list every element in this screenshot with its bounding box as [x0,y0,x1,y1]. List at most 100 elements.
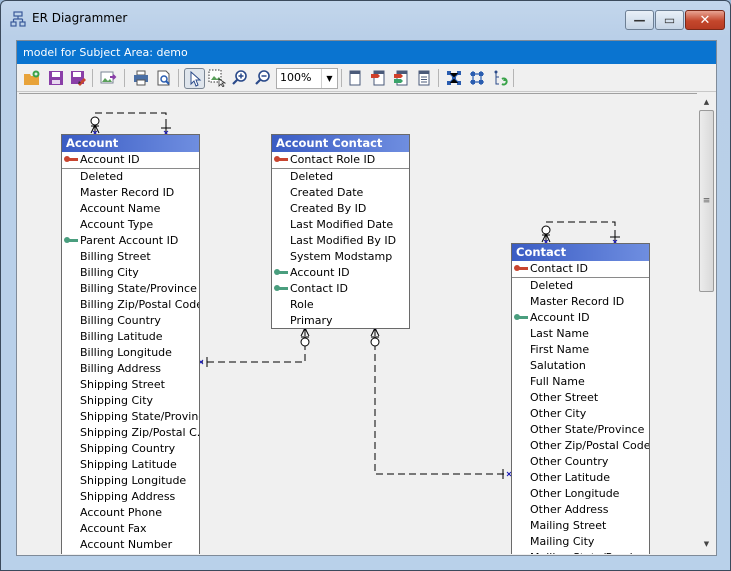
entity-field[interactable]: Mailing City [512,534,649,550]
field-label: Contact Role ID [290,153,376,166]
entity-field[interactable]: Mailing State/Province [512,550,649,554]
entity-field[interactable]: Billing State/Province [62,281,199,297]
entity-field[interactable]: Other State/Province [512,422,649,438]
layout-tree-button[interactable] [490,68,510,88]
vertical-scrollbar[interactable]: ▲ ≡ ▼ [698,93,715,553]
entity-field[interactable]: Full Name [512,374,649,390]
entity-field[interactable]: Account Fax [62,521,199,537]
window-title: ER Diagrammer [32,11,128,25]
entity-field[interactable]: Contact Role ID [272,152,409,169]
save-button[interactable] [46,68,66,88]
field-label: Mailing City [530,535,595,548]
entity-field[interactable]: Shipping Zip/Postal C... [62,425,199,441]
zoom-out-button[interactable] [253,68,273,88]
title-bar[interactable]: ER Diagrammer — ▭ ✕ [1,1,730,37]
entity-field[interactable]: Other Street [512,390,649,406]
entity-field[interactable]: Other Longitude [512,486,649,502]
scroll-up-arrow-icon[interactable]: ▲ [698,94,715,110]
zoom-in-button[interactable] [230,68,250,88]
entity-field[interactable]: Account ID [62,152,199,169]
field-label: Other Address [530,503,609,516]
field-label: Deleted [80,170,124,183]
entity-field[interactable]: Other City [512,406,649,422]
entity-fk-view-icon [394,70,408,86]
select-pointer-button[interactable] [184,68,205,89]
close-button[interactable]: ✕ [685,10,725,30]
view-all-button[interactable] [414,68,434,88]
entity-field[interactable]: Shipping City [62,393,199,409]
entity-field[interactable]: Other Country [512,454,649,470]
entity-field[interactable]: Created By ID [272,201,409,217]
entity-field[interactable]: System Modstamp [272,249,409,265]
relationship-role-to-account[interactable] [198,324,310,367]
entity-field[interactable]: Billing Zip/Postal Code [62,297,199,313]
field-label: Other Zip/Postal Code [530,439,649,452]
entity-field[interactable]: Shipping Address [62,489,199,505]
entity-field[interactable]: Deleted [272,169,409,185]
entity-field[interactable]: Other Address [512,502,649,518]
entity-field[interactable]: Account Name [62,201,199,217]
entity-field[interactable]: Account ID [512,310,649,326]
entity-field[interactable]: Contact ID [272,281,409,297]
entity-account-contact-role[interactable]: Account Contact Role Contact Role ID Dele… [271,134,410,329]
entity-field[interactable]: Last Modified Date [272,217,409,233]
entity-field[interactable]: Parent Account ID [62,233,199,249]
layout-auto-button[interactable] [444,68,464,88]
entity-field[interactable]: Last Modified By ID [272,233,409,249]
entity-field[interactable]: Role [272,297,409,313]
entity-field[interactable]: Mailing Street [512,518,649,534]
layout-grid-button[interactable] [467,68,487,88]
entity-field[interactable]: Billing Street [62,249,199,265]
entity-field[interactable]: Billing Longitude [62,345,199,361]
entity-field[interactable]: Deleted [62,169,199,185]
field-label: Shipping Longitude [80,474,187,487]
entity-field[interactable]: Billing Country [62,313,199,329]
relationship-role-to-contact[interactable] [370,324,512,479]
open-button[interactable] [22,68,42,88]
entity-field[interactable]: Shipping State/Province [62,409,199,425]
minimize-button[interactable]: — [625,10,654,30]
entity-field[interactable]: Billing Address [62,361,199,377]
entity-field[interactable]: Account ID [272,265,409,281]
view-keys-button[interactable] [368,68,388,88]
entity-field[interactable]: Account Type [62,217,199,233]
field-label: Shipping State/Province [80,410,199,423]
entity-field[interactable]: Master Record ID [62,185,199,201]
entity-field[interactable]: Other Latitude [512,470,649,486]
view-name-only-button[interactable] [345,68,365,88]
export-button[interactable] [99,68,119,88]
entity-field[interactable]: Deleted [512,278,649,294]
entity-field[interactable]: Billing City [62,265,199,281]
entity-field[interactable]: Shipping Longitude [62,473,199,489]
entity-field[interactable]: Contact ID [512,261,649,278]
entity-contact[interactable]: Contact Contact ID Deleted Master Record I… [511,243,650,554]
view-keys-fk-button[interactable] [391,68,411,88]
select-region-button[interactable] [207,68,227,88]
entity-field[interactable]: Account Phone [62,505,199,521]
field-label: Shipping City [80,394,154,407]
entity-field[interactable]: Shipping Street [62,377,199,393]
print-button[interactable] [131,68,151,88]
entity-field[interactable]: Master Record ID [512,294,649,310]
zoom-level-select[interactable]: 100% ▼ [276,68,338,89]
entity-field[interactable]: Other Zip/Postal Code [512,438,649,454]
relationship-contact-self[interactable] [541,221,620,245]
chevron-down-icon[interactable]: ▼ [321,69,337,88]
entity-field[interactable]: Shipping Latitude [62,457,199,473]
scroll-down-arrow-icon[interactable]: ▼ [698,536,715,552]
entity-field[interactable]: Shipping Country [62,441,199,457]
scrollbar-thumb[interactable]: ≡ [699,110,714,292]
entity-field[interactable]: Salutation [512,358,649,374]
entity-field[interactable]: First Name [512,342,649,358]
print-preview-button[interactable] [154,68,174,88]
maximize-button[interactable]: ▭ [655,10,684,30]
diagram-canvas[interactable]: Account Account ID Deleted Master Record I… [19,93,697,554]
entity-field[interactable]: Last Name [512,326,649,342]
entity-account[interactable]: Account Account ID Deleted Master Record I… [61,134,200,554]
entity-field[interactable]: Created Date [272,185,409,201]
relationship-account-self[interactable] [90,112,171,136]
entity-field[interactable]: Billing Latitude [62,329,199,345]
save-as-button[interactable] [68,68,88,88]
entity-field[interactable]: Account Number [62,537,199,553]
entity-field[interactable]: Primary [272,313,409,329]
